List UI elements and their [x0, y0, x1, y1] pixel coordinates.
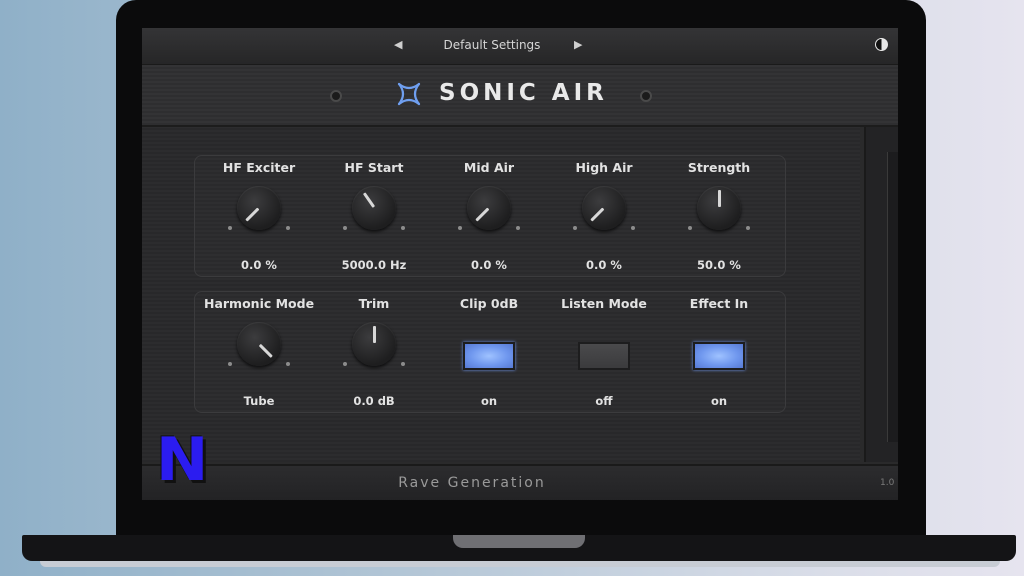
preset-bar: ◀ Default Settings ▶: [142, 28, 898, 65]
knob-min-dot: [343, 226, 347, 230]
trim-label: Trim: [358, 296, 390, 311]
knob-min-dot: [228, 362, 232, 366]
listen-mode-label: Listen Mode: [561, 296, 647, 311]
knob-max-dot: [516, 226, 520, 230]
knob-min-dot: [228, 226, 232, 230]
plugin-title: SONIC AIR: [439, 80, 608, 106]
screw-icon: [640, 90, 652, 102]
high-air-value: 0.0 %: [586, 258, 622, 272]
trim-knob-indicator: [373, 326, 376, 343]
laptop-base-shadow: [40, 561, 1000, 567]
plugin-window: ◀ Default Settings ▶ SONIC AIR HF Excite…: [142, 28, 898, 500]
harmonic-mode-value: Tube: [243, 394, 275, 408]
next-preset-arrow-icon[interactable]: ▶: [574, 38, 582, 51]
knob-max-dot: [401, 362, 405, 366]
hf-start-value: 5000.0 Hz: [341, 258, 407, 272]
harmonic-mode-knob-indicator: [259, 343, 273, 358]
trim-value: 0.0 dB: [353, 394, 395, 408]
hf-start-knob[interactable]: [352, 186, 396, 230]
effect-in-value: on: [710, 394, 728, 408]
listen-mode-value: off: [595, 394, 613, 408]
power-toggle-icon[interactable]: [875, 38, 888, 51]
version-label: 1.0: [880, 478, 895, 488]
clip-0db-button[interactable]: [463, 342, 515, 370]
strength-knob[interactable]: [697, 186, 741, 230]
knob-min-dot: [573, 226, 577, 230]
knob-min-dot: [343, 362, 347, 366]
hf-start-knob-indicator: [362, 192, 375, 208]
listen-mode-button[interactable]: [578, 342, 630, 370]
hf-start-label: HF Start: [344, 160, 404, 175]
hf-exciter-label: HF Exciter: [222, 160, 296, 175]
mid-air-knob-indicator: [475, 207, 490, 222]
high-air-knob-indicator: [590, 207, 605, 222]
high-air-knob[interactable]: [582, 186, 626, 230]
mid-air-value: 0.0 %: [471, 258, 507, 272]
output-meter: [887, 152, 898, 442]
brand-name: Rave Generation: [398, 475, 546, 491]
strength-value: 50.0 %: [697, 258, 741, 272]
knob-max-dot: [286, 226, 290, 230]
high-air-label: High Air: [575, 160, 633, 175]
clip-0db-label: Clip 0dB: [459, 296, 519, 311]
hf-exciter-knob[interactable]: [237, 186, 281, 230]
effect-in-button[interactable]: [693, 342, 745, 370]
watermark-logo: N: [155, 425, 209, 495]
plugin-footer: Rave Generation 1.0: [142, 464, 898, 500]
effect-in-label: Effect In: [689, 296, 749, 311]
knob-max-dot: [401, 226, 405, 230]
preset-name[interactable]: Default Settings: [432, 38, 552, 52]
trim-knob[interactable]: [352, 322, 396, 366]
knob-max-dot: [746, 226, 750, 230]
strength-knob-indicator: [718, 190, 721, 207]
mid-air-label: Mid Air: [463, 160, 515, 175]
knob-max-dot: [286, 362, 290, 366]
knob-min-dot: [688, 226, 692, 230]
hf-exciter-value: 0.0 %: [241, 258, 277, 272]
mid-air-knob[interactable]: [467, 186, 511, 230]
plugin-header: SONIC AIR: [142, 65, 898, 127]
harmonic-mode-label: Harmonic Mode: [204, 296, 315, 311]
screw-icon: [330, 90, 342, 102]
harmonic-mode-knob[interactable]: [237, 322, 281, 366]
sonic-air-logo-icon: [397, 82, 421, 106]
prev-preset-arrow-icon[interactable]: ◀: [394, 38, 402, 51]
clip-0db-value: on: [480, 394, 498, 408]
laptop-notch: [453, 535, 585, 548]
strength-label: Strength: [687, 160, 751, 175]
knob-max-dot: [631, 226, 635, 230]
knob-min-dot: [458, 226, 462, 230]
hf-exciter-knob-indicator: [245, 207, 260, 222]
